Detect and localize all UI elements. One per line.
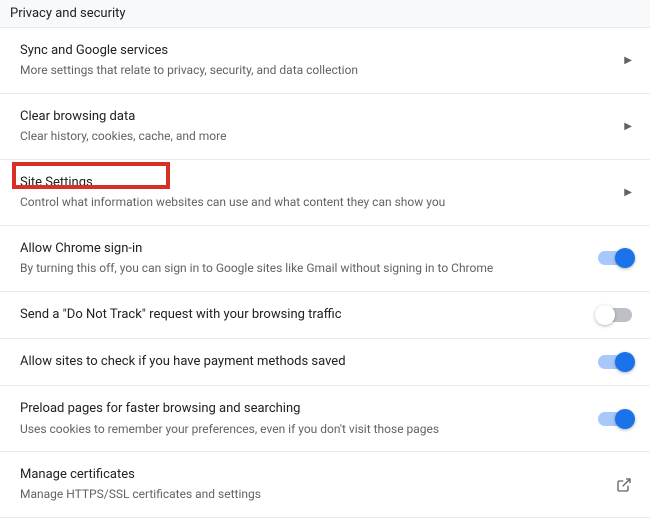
row-title: Allow sites to check if you have payment… [20, 353, 586, 371]
section-header-title: Privacy and security [10, 6, 126, 21]
row-content: Preload pages for faster browsing and se… [20, 400, 586, 437]
row-content: Clear browsing data Clear history, cooki… [20, 108, 612, 145]
row-subtitle: Control what information websites can us… [20, 194, 612, 211]
chevron-right-icon: ▶ [624, 121, 632, 132]
toggle-knob [595, 305, 615, 325]
row-preload-pages: Preload pages for faster browsing and se… [0, 386, 650, 452]
row-subtitle: Manage HTTPS/SSL certificates and settin… [20, 486, 604, 503]
row-content: Allow sites to check if you have payment… [20, 353, 586, 371]
chevron-right-icon: ▶ [624, 187, 632, 198]
toggle-knob [615, 409, 635, 429]
external-link-icon [616, 477, 632, 493]
row-content: Site Settings Control what information w… [20, 174, 612, 211]
toggle-knob [615, 248, 635, 268]
row-title: Clear browsing data [20, 108, 612, 126]
row-payment-methods: Allow sites to check if you have payment… [0, 339, 650, 386]
row-do-not-track: Send a "Do Not Track" request with your … [0, 292, 650, 339]
row-subtitle: More settings that relate to privacy, se… [20, 62, 612, 79]
toggle-knob [615, 352, 635, 372]
row-site-settings[interactable]: Site Settings Control what information w… [0, 160, 650, 226]
settings-list: Sync and Google services More settings t… [0, 28, 650, 518]
row-subtitle: Clear history, cookies, cache, and more [20, 128, 612, 145]
row-title: Site Settings [20, 174, 612, 192]
row-title: Allow Chrome sign-in [20, 240, 586, 258]
row-title: Manage certificates [20, 466, 604, 484]
row-content: Allow Chrome sign-in By turning this off… [20, 240, 586, 277]
chevron-right-icon: ▶ [624, 55, 632, 66]
row-content: Sync and Google services More settings t… [20, 42, 612, 79]
toggle-payment-methods[interactable] [598, 355, 632, 369]
row-sync-google-services[interactable]: Sync and Google services More settings t… [0, 28, 650, 94]
section-header: Privacy and security [0, 0, 650, 28]
row-clear-browsing-data[interactable]: Clear browsing data Clear history, cooki… [0, 94, 650, 160]
row-allow-chrome-signin: Allow Chrome sign-in By turning this off… [0, 226, 650, 292]
row-title: Send a "Do Not Track" request with your … [20, 306, 586, 324]
row-subtitle: By turning this off, you can sign in to … [20, 260, 586, 277]
row-title: Sync and Google services [20, 42, 612, 60]
row-manage-certificates[interactable]: Manage certificates Manage HTTPS/SSL cer… [0, 452, 650, 518]
row-content: Send a "Do Not Track" request with your … [20, 306, 586, 324]
row-title: Preload pages for faster browsing and se… [20, 400, 586, 418]
toggle-preload[interactable] [598, 412, 632, 426]
toggle-chrome-signin[interactable] [598, 251, 632, 265]
row-content: Manage certificates Manage HTTPS/SSL cer… [20, 466, 604, 503]
row-subtitle: Uses cookies to remember your preference… [20, 421, 586, 438]
toggle-do-not-track[interactable] [598, 308, 632, 322]
